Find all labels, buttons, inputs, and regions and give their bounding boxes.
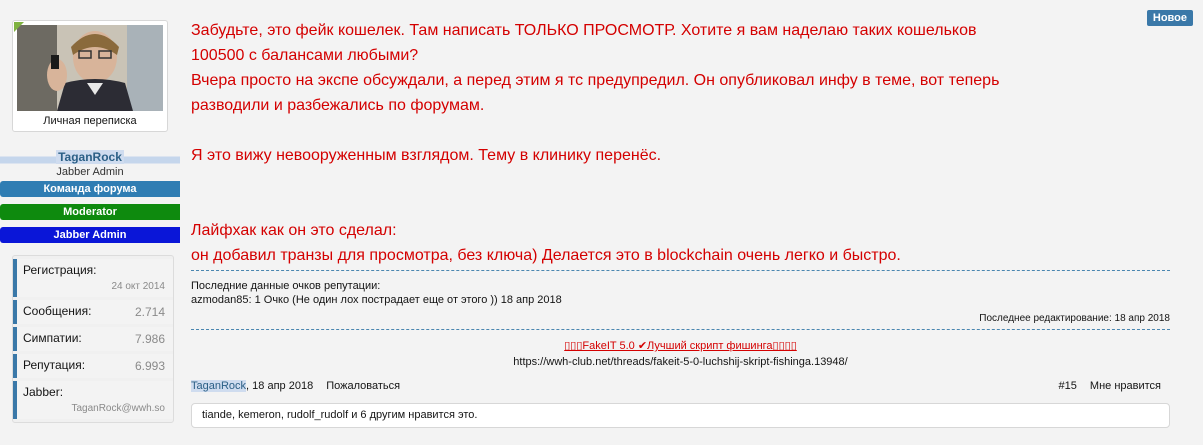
stat-value: 7.986: [134, 332, 165, 346]
message-gap: [191, 193, 1171, 218]
banner-forum-team: Команда форума: [0, 181, 180, 197]
stat-likes: Симпатии: 7.986: [13, 327, 173, 351]
avatar-card: Личная переписка: [12, 20, 168, 132]
footer-date[interactable]: 18 апр 2018: [252, 380, 313, 392]
stat-value[interactable]: 2.714: [135, 305, 165, 319]
report-link[interactable]: Пожаловаться: [326, 380, 400, 392]
username[interactable]: TaganRock: [0, 150, 180, 164]
message-line: Лайфхак как он это сделал:: [191, 222, 397, 239]
username-text[interactable]: TaganRock: [56, 150, 124, 164]
private-message-link[interactable]: Личная переписка: [13, 115, 167, 127]
message-line: Вчера просто на экспе обсуждали, а перед…: [191, 72, 1000, 89]
stat-reputation: Репутация: 6.993: [13, 354, 173, 378]
stat-registration: Регистрация: 24 окт 2014: [13, 259, 173, 297]
stat-jabber: Jabber: TaganRock@wwh.so: [13, 381, 173, 419]
stat-value: 24 окт 2014: [111, 281, 165, 292]
stat-label: Регистрация:: [23, 263, 97, 277]
message-line: Я это вижу невооруженным взглядом. Тему …: [191, 147, 662, 164]
message-line: разводили и разбежались по форумам.: [191, 97, 485, 114]
user-sidebar: Личная переписка TaganRock Jabber Admin …: [0, 0, 180, 445]
signature-url[interactable]: https://wwh-club.net/threads/fakeit-5-0-…: [191, 354, 1170, 370]
banner-moderator: Moderator: [0, 204, 180, 220]
reputation-box: Последние данные очков репутации: azmoda…: [191, 270, 1170, 307]
last-edited: Последнее редактирование: 18 апр 2018: [979, 313, 1170, 324]
reputation-header: Последние данные очков репутации:: [191, 280, 381, 292]
signature: ▯▯▯FakeIT 5.0 ✔Лучший скрипт фишинга▯▯▯▯…: [191, 329, 1170, 370]
message-body: Забудьте, это фейк кошелек. Там написать…: [191, 18, 1171, 268]
stat-value: 6.993: [134, 359, 165, 373]
online-indicator-icon: [14, 22, 24, 32]
footer-author-link[interactable]: TaganRock: [191, 380, 247, 392]
stat-value: TaganRock@wwh.so: [71, 403, 165, 414]
message-line: 100500 с балансами любыми?: [191, 47, 419, 64]
footer-actions: #15 Мне нравится: [1048, 380, 1161, 392]
post-number-link[interactable]: #15: [1058, 380, 1076, 392]
like-button[interactable]: Мне нравится: [1090, 380, 1161, 392]
signature-link[interactable]: ▯▯▯FakeIT 5.0 ✔Лучший скрипт фишинга▯▯▯▯: [564, 340, 797, 352]
message-line: он добавил транзы для просмотра, без клю…: [191, 247, 901, 264]
reputation-entry: azmodan85: 1 Очко (Не один лох пострадае…: [191, 294, 562, 306]
banner-jabber-admin: Jabber Admin: [0, 227, 180, 243]
user-stats: Регистрация: 24 окт 2014 Сообщения: 2.71…: [12, 255, 174, 423]
message-gap: [191, 168, 1171, 193]
stat-label: Jabber:: [23, 385, 64, 399]
likes-summary[interactable]: tiande, kemeron, rudolf_rudolf и 6 други…: [191, 403, 1170, 428]
message-line: Забудьте, это фейк кошелек. Там написать…: [191, 22, 977, 39]
avatar[interactable]: [17, 25, 163, 111]
forum-post: Личная переписка TaganRock Jabber Admin …: [0, 0, 1203, 445]
stat-messages[interactable]: Сообщения: 2.714: [13, 300, 173, 324]
user-title: Jabber Admin: [56, 166, 124, 178]
message-gap: [191, 118, 1171, 143]
post-footer: TaganRock, 18 апр 2018 Пожаловаться #15 …: [191, 380, 1171, 392]
